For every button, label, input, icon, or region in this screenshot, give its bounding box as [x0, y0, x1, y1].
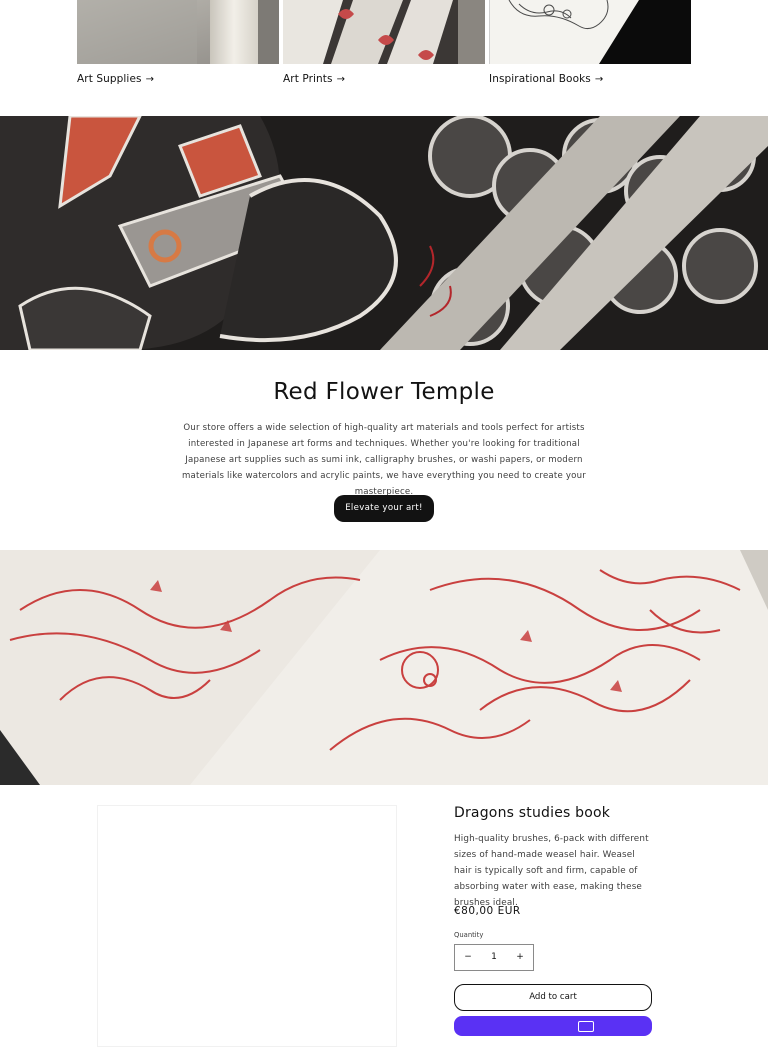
product-media[interactable] [97, 805, 397, 1047]
product-title: Dragons studies book [454, 805, 611, 821]
collection-card-art-prints[interactable]: Art Prints → [283, 0, 485, 85]
section-description: Our store offers a wide selection of hig… [181, 423, 587, 497]
quantity-label: Quantity [454, 931, 484, 939]
quantity-decrease-button[interactable]: − [457, 945, 479, 970]
collection-card-art-supplies[interactable]: Art Supplies → [77, 0, 279, 85]
featured-product-section: Dragons studies book High-quality brushe… [0, 785, 768, 1047]
collection-image-inspirational-books[interactable] [489, 0, 691, 64]
quantity-input[interactable]: 1 [481, 945, 507, 970]
arrow-right-icon: → [594, 74, 604, 85]
collection-label[interactable]: Inspirational Books [489, 73, 591, 85]
collection-card-inspirational-books[interactable]: Inspirational Books → [489, 0, 691, 85]
collection-label[interactable]: Art Prints [283, 73, 333, 85]
collection-list: Art Supplies → Art Prints → Inspirationa… [0, 0, 768, 116]
quantity-increase-button[interactable]: + [509, 945, 531, 970]
arrow-right-icon: → [145, 74, 155, 85]
shop-pay-icon [578, 1021, 594, 1032]
shop-pay-button[interactable] [454, 1016, 652, 1036]
arrow-right-icon: → [336, 74, 346, 85]
collection-title-art-supplies[interactable]: Art Supplies → [77, 73, 154, 85]
collection-title-art-prints[interactable]: Art Prints → [283, 73, 345, 85]
dragon-banner-image [0, 550, 768, 785]
collection-label[interactable]: Art Supplies [77, 73, 142, 85]
collection-image-art-supplies[interactable] [77, 0, 279, 64]
rich-text-section: Red Flower Temple Our store offers a wid… [0, 350, 768, 550]
elevate-your-art-button[interactable]: Elevate your art! [334, 495, 434, 522]
product-description: High-quality brushes, 6-pack with differ… [454, 834, 649, 908]
product-price: €80,00 EUR [454, 905, 521, 917]
collection-title-inspirational-books[interactable]: Inspirational Books → [489, 73, 603, 85]
section-title: Red Flower Temple [273, 379, 495, 405]
quantity-stepper[interactable]: − 1 + [454, 944, 534, 971]
hero-banner-image [0, 116, 768, 350]
add-to-cart-button[interactable]: Add to cart [454, 984, 652, 1011]
collection-image-art-prints[interactable] [283, 0, 485, 64]
